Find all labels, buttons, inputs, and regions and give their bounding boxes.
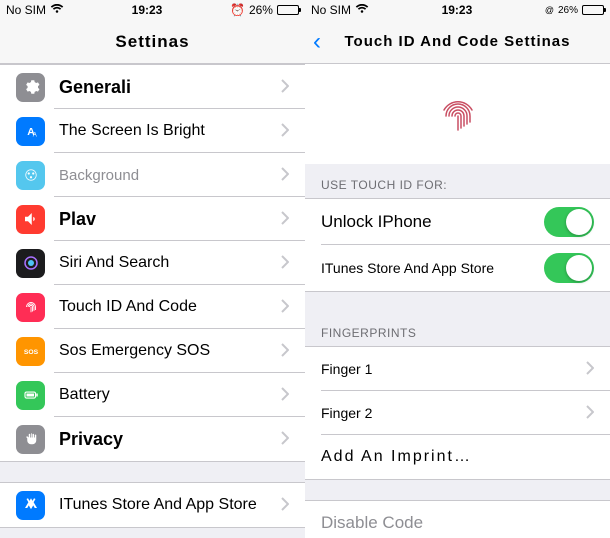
sos-icon: SOS bbox=[16, 337, 45, 366]
row-label: The Screen Is Bright bbox=[59, 122, 281, 140]
row-label: Background bbox=[59, 167, 281, 184]
chevron-right-icon bbox=[281, 165, 289, 186]
brightness-icon: AA bbox=[16, 117, 45, 146]
wifi-icon bbox=[50, 3, 64, 17]
alarm-icon: ⏰ bbox=[230, 3, 245, 17]
toggle-unlock[interactable] bbox=[544, 207, 594, 237]
row-label: ITunes Store And App Store bbox=[59, 496, 281, 514]
settings-screen: No SIM 19:23 ⏰ 26% Settinas Generali bbox=[0, 0, 305, 538]
battery-icon bbox=[277, 5, 299, 15]
row-siri[interactable]: Siri And Search bbox=[0, 241, 305, 285]
settings-list[interactable]: Generali AA The Screen Is Bright Backgro… bbox=[0, 64, 305, 538]
row-appstore[interactable]: ITunes Store And App Store bbox=[0, 483, 305, 527]
chevron-right-icon bbox=[281, 77, 289, 98]
nav-bar: Settinas bbox=[0, 20, 305, 64]
fingerprint-hero bbox=[305, 64, 610, 164]
row-label: Privacy bbox=[59, 429, 281, 450]
carrier-text: No SIM bbox=[311, 3, 351, 17]
row-label: Disable Code bbox=[321, 513, 594, 533]
carrier-text: No SIM bbox=[6, 3, 46, 17]
row-itunes-store: ITunes Store And App Store bbox=[305, 245, 610, 291]
back-button[interactable]: ‹ bbox=[313, 28, 321, 56]
row-brightness[interactable]: AA The Screen Is Bright bbox=[0, 109, 305, 153]
row-sos[interactable]: SOS Sos Emergency SOS bbox=[0, 329, 305, 373]
row-finger-2[interactable]: Finger 2 bbox=[305, 391, 610, 435]
wifi-icon bbox=[355, 3, 369, 17]
row-label: Add An Imprint… bbox=[321, 448, 594, 466]
hand-icon bbox=[16, 425, 45, 454]
row-battery[interactable]: Battery bbox=[0, 373, 305, 417]
wallpaper-icon bbox=[16, 161, 45, 190]
row-label: Plav bbox=[59, 209, 281, 230]
row-label: Finger 1 bbox=[321, 361, 586, 377]
toggle-itunes[interactable] bbox=[544, 253, 594, 283]
battery-icon bbox=[16, 381, 45, 410]
chevron-right-icon bbox=[281, 341, 289, 362]
row-add-imprint[interactable]: Add An Imprint… bbox=[305, 435, 610, 479]
fingerprint-icon bbox=[436, 92, 480, 136]
touchid-screen: No SIM 19:23 @ 26% ‹ Touch ID And Code S… bbox=[305, 0, 610, 538]
gear-icon bbox=[16, 73, 45, 102]
status-time: 19:23 bbox=[132, 3, 163, 17]
status-bar: No SIM 19:23 @ 26% bbox=[305, 0, 610, 20]
row-finger-1[interactable]: Finger 1 bbox=[305, 347, 610, 391]
nav-bar: ‹ Touch ID And Code Settinas bbox=[305, 20, 610, 64]
status-time: 19:23 bbox=[442, 3, 473, 17]
row-label: Unlock IPhone bbox=[321, 212, 544, 232]
row-label: Generali bbox=[59, 77, 281, 98]
page-title: Touch ID And Code Settinas bbox=[344, 33, 570, 50]
svg-text:A: A bbox=[32, 132, 36, 138]
chevron-right-icon bbox=[281, 297, 289, 318]
row-label: Battery bbox=[59, 386, 281, 404]
svg-text:SOS: SOS bbox=[23, 349, 38, 356]
row-disable-code[interactable]: Disable Code bbox=[305, 501, 610, 538]
battery-pct: 26% bbox=[249, 3, 273, 17]
row-label: ITunes Store And App Store bbox=[321, 260, 544, 276]
chevron-right-icon bbox=[586, 359, 594, 380]
row-label: Siri And Search bbox=[59, 254, 281, 272]
appstore-icon bbox=[16, 491, 45, 520]
row-label: Touch ID And Code bbox=[59, 298, 281, 316]
row-touchid[interactable]: Touch ID And Code bbox=[0, 285, 305, 329]
chevron-right-icon bbox=[281, 429, 289, 450]
battery-pct: 26% bbox=[558, 5, 578, 16]
fingerprint-icon bbox=[16, 293, 45, 322]
row-sounds[interactable]: Plav bbox=[0, 197, 305, 241]
chevron-right-icon bbox=[281, 385, 289, 406]
chevron-left-icon: ‹ bbox=[313, 28, 321, 56]
chevron-right-icon bbox=[586, 403, 594, 424]
chevron-right-icon bbox=[281, 495, 289, 516]
row-label: Sos Emergency SOS bbox=[59, 342, 281, 360]
row-privacy[interactable]: Privacy bbox=[0, 417, 305, 461]
section-header-fingerprints: FINGERPRINTS bbox=[305, 312, 610, 346]
section-header-use: USE TOUCH ID FOR: bbox=[305, 164, 610, 198]
row-label: Finger 2 bbox=[321, 405, 586, 421]
chevron-right-icon bbox=[281, 253, 289, 274]
row-unlock-iphone: Unlock IPhone bbox=[305, 199, 610, 245]
status-bar: No SIM 19:23 ⏰ 26% bbox=[0, 0, 305, 20]
sound-icon bbox=[16, 205, 45, 234]
chevron-right-icon bbox=[281, 121, 289, 142]
page-title: Settinas bbox=[115, 32, 189, 52]
chevron-right-icon bbox=[281, 209, 289, 230]
battery-icon bbox=[582, 5, 604, 15]
row-general[interactable]: Generali bbox=[0, 65, 305, 109]
touchid-list[interactable]: USE TOUCH ID FOR: Unlock IPhone ITunes S… bbox=[305, 64, 610, 538]
siri-icon bbox=[16, 249, 45, 278]
row-wallpaper[interactable]: Background bbox=[0, 153, 305, 197]
